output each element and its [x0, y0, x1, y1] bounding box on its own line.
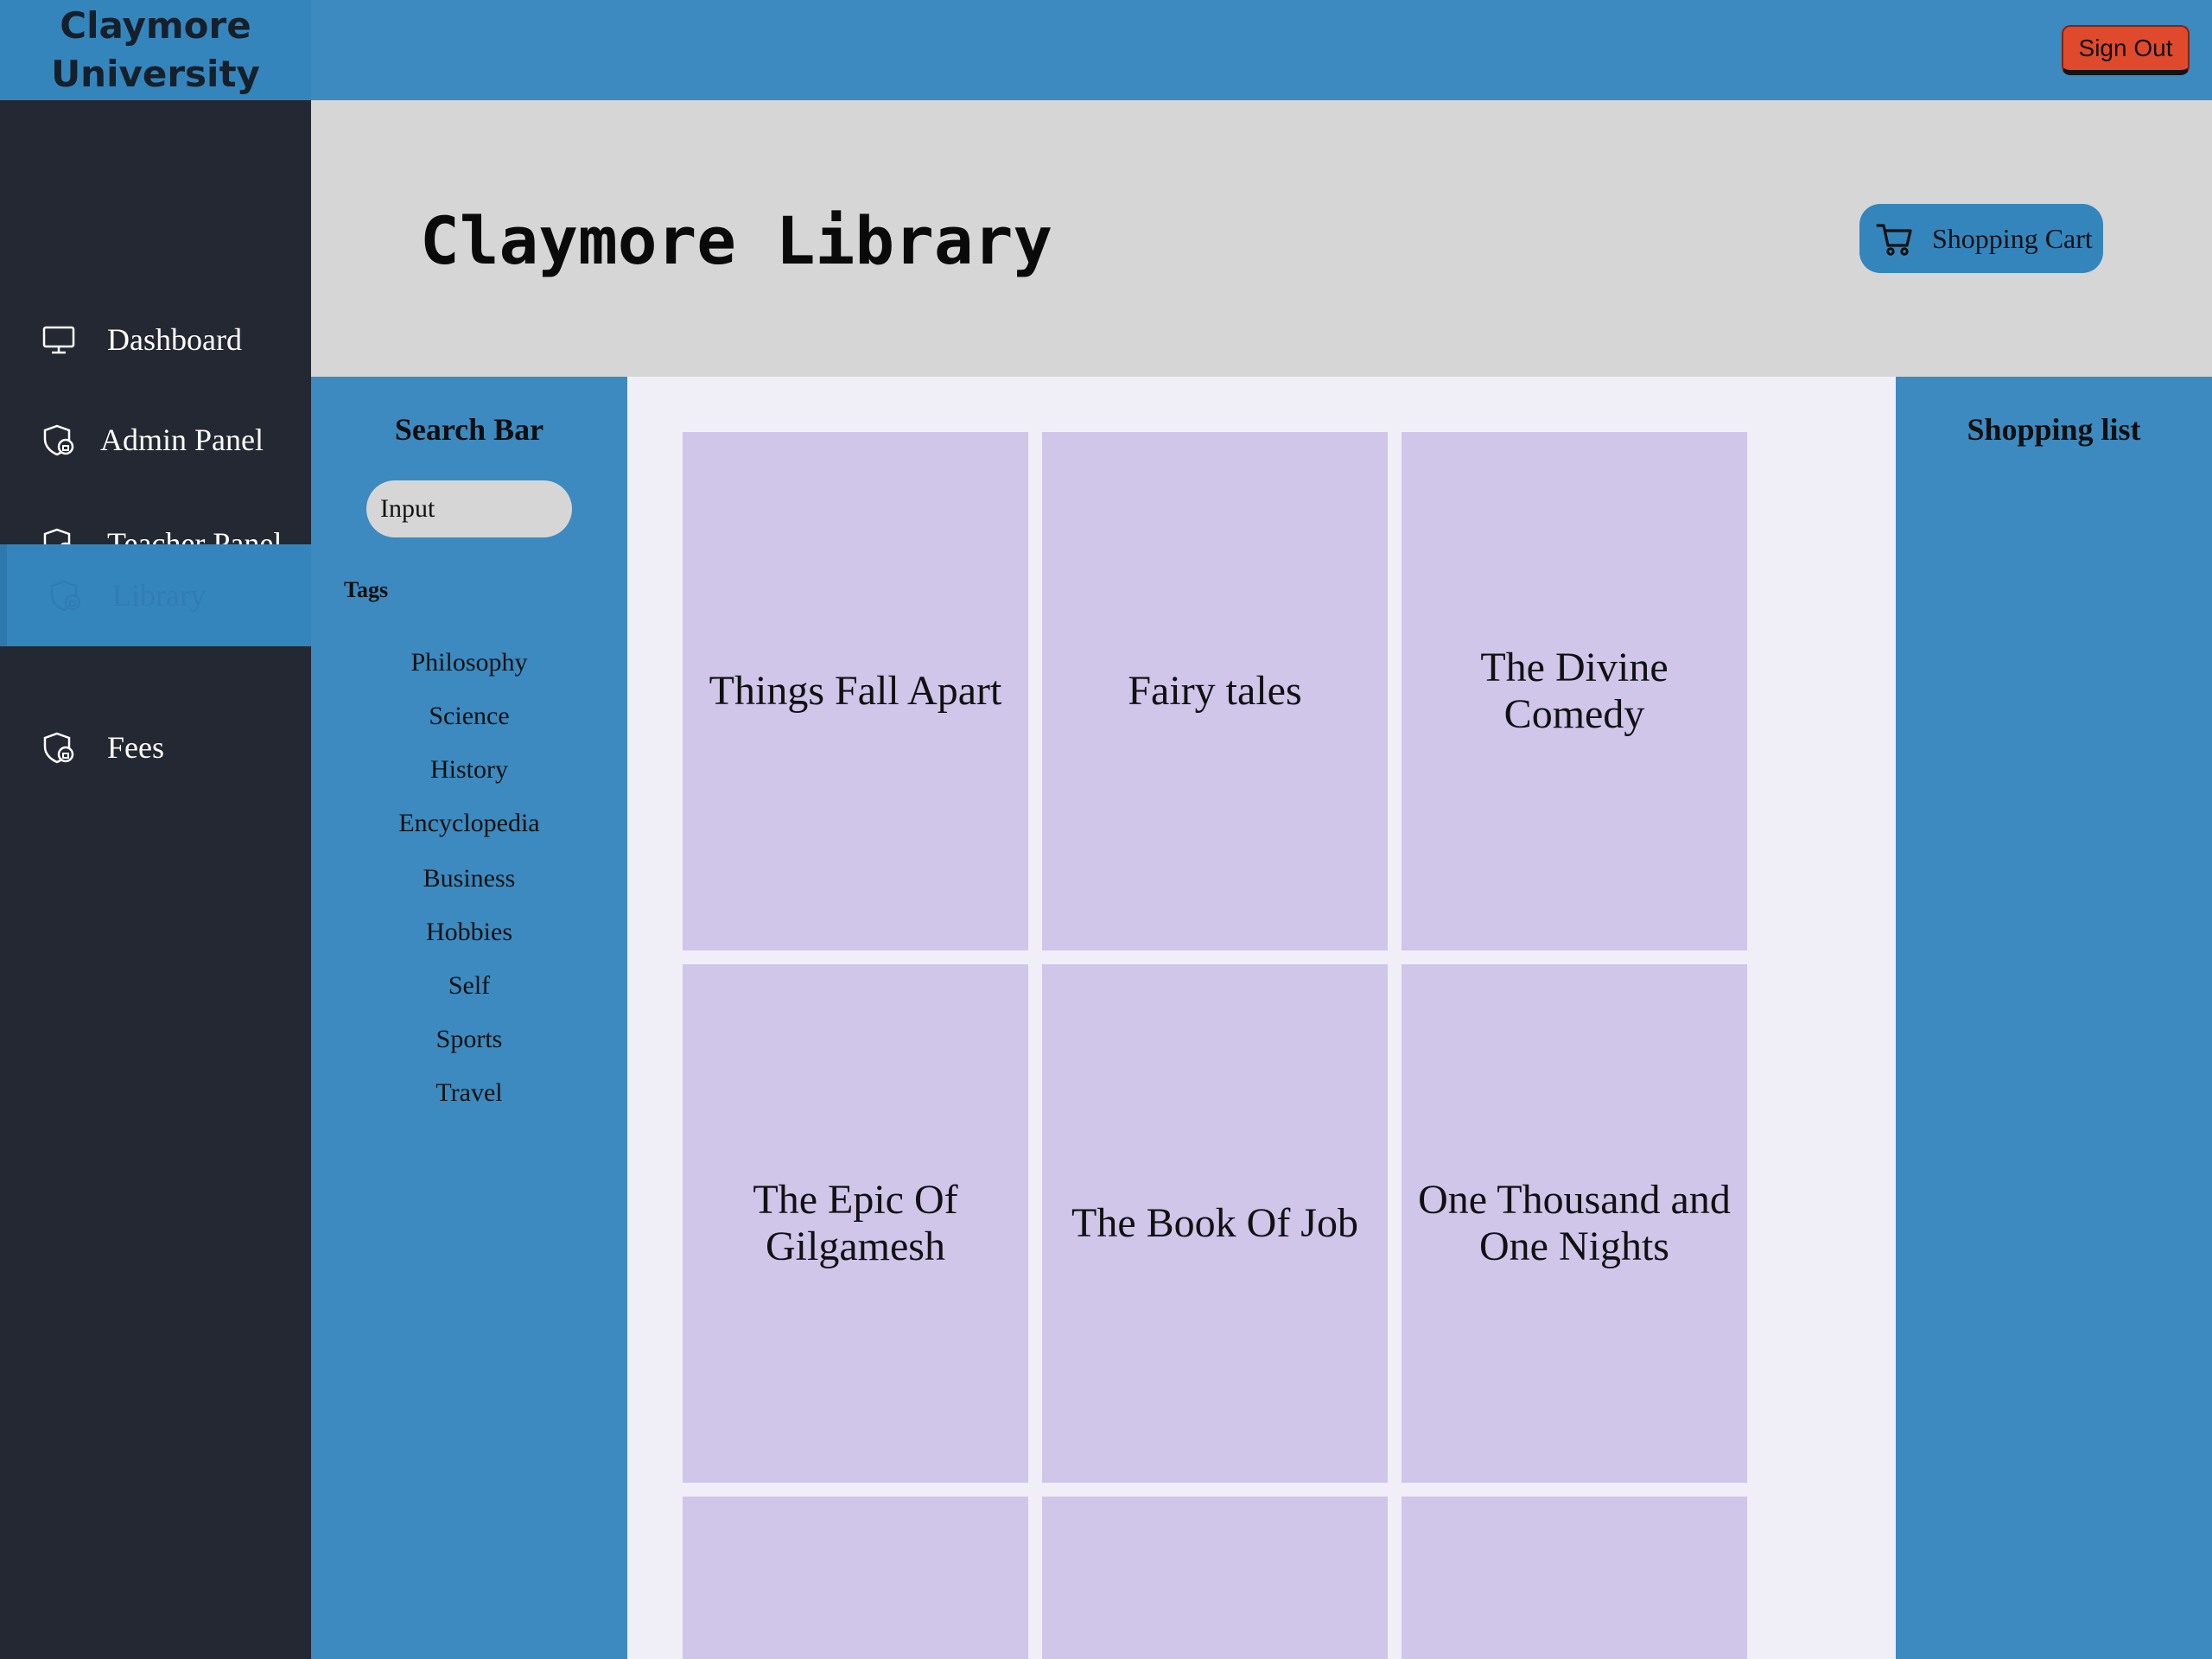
sidebar-item-label: Admin Panel: [100, 423, 264, 457]
search-input[interactable]: [366, 480, 572, 537]
book-card[interactable]: The Divine Comedy: [1402, 432, 1747, 950]
shield-lock-icon: [41, 730, 76, 765]
shopping-cart-label: Shopping Cart: [1932, 222, 2093, 254]
tag-hobbies[interactable]: Hobbies: [311, 918, 627, 947]
shopping-cart-icon: [1875, 219, 1915, 259]
book-card[interactable]: The Book Of Job: [1042, 964, 1388, 1483]
book-card[interactable]: Things Fall Apart: [683, 432, 1028, 950]
brand-logo-text: Claymore University: [0, 0, 311, 100]
sidebar-item-label: Fees: [107, 730, 164, 765]
sidebar-item-fees[interactable]: Fees: [0, 696, 311, 798]
shield-lock-icon: [41, 423, 76, 457]
brand-line-2: University: [51, 53, 260, 95]
monitor-icon: [41, 322, 76, 357]
shield-lock-icon: [48, 578, 83, 613]
shopping-cart-button[interactable]: Shopping Cart: [1859, 204, 2103, 273]
search-bar-heading: Search Bar: [394, 412, 544, 447]
search-panel: Search Bar Tags Philosophy Science Histo…: [311, 377, 627, 1659]
shopping-list-panel: Shopping list: [1896, 377, 2212, 1659]
book-card[interactable]: The Epic Of Gilgamesh: [683, 964, 1028, 1483]
sidebar-item-dashboard[interactable]: Dashboard: [0, 289, 311, 391]
book-card[interactable]: [1042, 1497, 1388, 1659]
tag-history[interactable]: History: [311, 755, 627, 785]
page-title: Claymore Library: [420, 202, 1053, 279]
sign-out-button[interactable]: Sign Out: [2062, 25, 2190, 75]
tag-sports[interactable]: Sports: [311, 1025, 627, 1054]
top-bar: Claymore University Sign Out: [0, 0, 2212, 100]
tag-philosophy[interactable]: Philosophy: [311, 648, 627, 677]
book-card[interactable]: [1402, 1497, 1747, 1659]
sidebar-nav: Dashboard Admin Panel Teacher Panel Libr…: [0, 100, 311, 1659]
page-header: Claymore Library Shopping Cart: [311, 100, 2212, 377]
book-card[interactable]: Fairy tales: [1042, 432, 1388, 950]
sidebar-item-label: Library: [112, 578, 206, 613]
tag-science[interactable]: Science: [311, 702, 627, 731]
tags-heading: Tags: [344, 577, 389, 602]
book-card[interactable]: [683, 1497, 1028, 1659]
tag-encyclopedia[interactable]: Encyclopedia: [311, 809, 627, 838]
sidebar-item-library[interactable]: Library: [0, 544, 311, 646]
tag-travel[interactable]: Travel: [311, 1078, 627, 1108]
sidebar-item-admin-panel[interactable]: Admin Panel: [0, 389, 311, 491]
book-card[interactable]: One Thousand and One Nights: [1402, 964, 1747, 1483]
shopping-list-heading: Shopping list: [1967, 412, 2141, 447]
tag-self[interactable]: Self: [311, 971, 627, 1001]
sidebar-item-label: Dashboard: [107, 322, 242, 357]
brand-line-1: Claymore: [60, 4, 251, 47]
tag-business[interactable]: Business: [311, 864, 627, 893]
